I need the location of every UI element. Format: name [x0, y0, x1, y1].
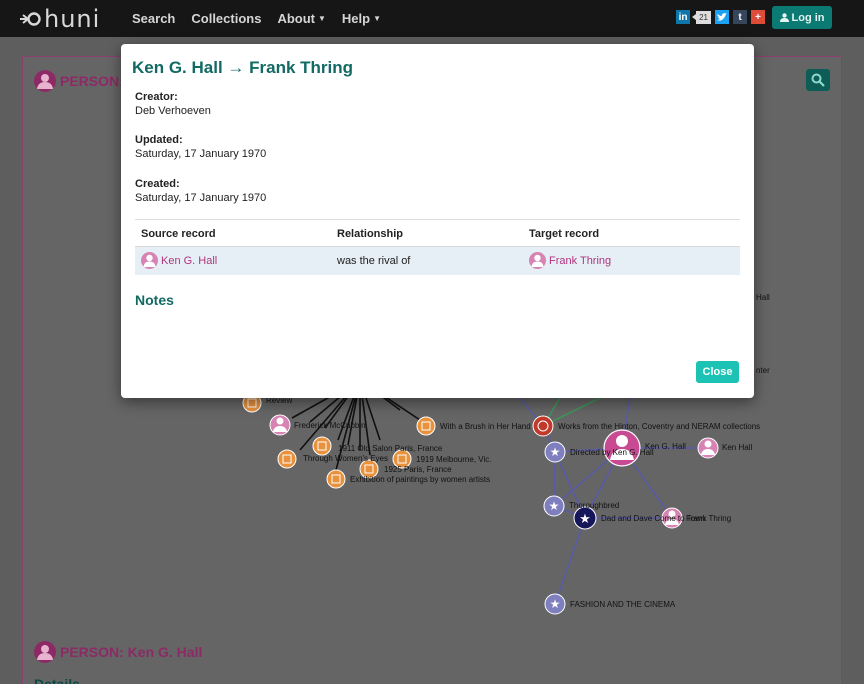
relationship-table: Source record Relationship Target record… — [135, 219, 740, 275]
graph-label: With a Brush in Her Hand — [440, 422, 531, 431]
work-node[interactable]: ★ — [544, 593, 566, 615]
work-node[interactable]: ★ — [543, 495, 565, 517]
table-header-row: Source record Relationship Target record — [135, 219, 740, 247]
graph-label: Thoroughbred — [569, 501, 619, 510]
svg-text:★: ★ — [550, 597, 561, 611]
modal-title: Ken G. Hall → Frank Thring — [132, 58, 354, 77]
creator-label: Creator: — [135, 91, 178, 103]
source-record-link[interactable]: Ken G. Hall — [141, 252, 217, 269]
updated-label: Updated: — [135, 134, 183, 146]
graph-label: 1925 Paris, France — [384, 465, 452, 474]
graph-label: 1919 Melbourne, Vic. — [416, 455, 491, 464]
relationship-modal: Ken G. Hall → Frank Thring Creator: Deb … — [121, 44, 754, 398]
featured-node[interactable] — [532, 415, 554, 437]
person-node[interactable] — [697, 437, 719, 459]
person-heading-bottom: PERSON: Ken G. Hall — [34, 641, 202, 663]
event-node[interactable] — [326, 469, 346, 489]
creator-value: Deb Verhoeven — [135, 105, 211, 117]
target-record-link[interactable]: Frank Thring — [529, 252, 611, 269]
graph-label: nter — [756, 366, 770, 375]
person-node[interactable] — [269, 414, 291, 436]
graph-label: Works from the Hinton, Coventry and NERA… — [558, 422, 760, 431]
graph-label: FASHION AND THE CINEMA — [570, 600, 676, 609]
graph-label: 1911 Old Salon Paris, France — [338, 444, 443, 453]
svg-text:★: ★ — [549, 499, 560, 513]
details-heading: Details — [34, 676, 80, 684]
column-header-relationship: Relationship — [337, 228, 404, 240]
close-button[interactable]: Close — [696, 361, 739, 383]
column-header-target: Target record — [529, 228, 600, 240]
person-icon — [34, 641, 56, 663]
svg-text:★: ★ — [579, 511, 591, 526]
graph-label: Directed by Ken G. Hall — [570, 448, 654, 457]
column-header-source: Source record — [141, 228, 216, 240]
graph-label: Through Women's Eyes — [303, 454, 388, 463]
event-node[interactable] — [312, 436, 332, 456]
relationship-value: was the rival of — [337, 255, 411, 267]
svg-text:★: ★ — [550, 445, 561, 459]
graph-label: Frank Thring — [686, 514, 731, 523]
created-value: Saturday, 17 January 1970 — [135, 192, 267, 204]
person-icon — [141, 252, 158, 269]
event-node[interactable] — [416, 416, 436, 436]
created-label: Created: — [135, 178, 180, 190]
event-node[interactable] — [277, 449, 297, 469]
work-node[interactable]: ★ — [544, 441, 566, 463]
notes-heading: Notes — [135, 292, 174, 308]
graph-label: Ken G. Hall — [645, 442, 686, 451]
graph-label: Exhibition of paintings by women artists — [350, 475, 490, 484]
table-row: Ken G. Hall was the rival of Frank Thrin… — [135, 247, 740, 275]
graph-label: Hall — [756, 293, 770, 302]
person-icon — [529, 252, 546, 269]
updated-value: Saturday, 17 January 1970 — [135, 148, 267, 160]
graph-label: Ken Hall — [722, 443, 752, 452]
graph-label: Frederick McCubbin — [294, 421, 366, 430]
work-node[interactable]: ★ — [573, 506, 597, 530]
